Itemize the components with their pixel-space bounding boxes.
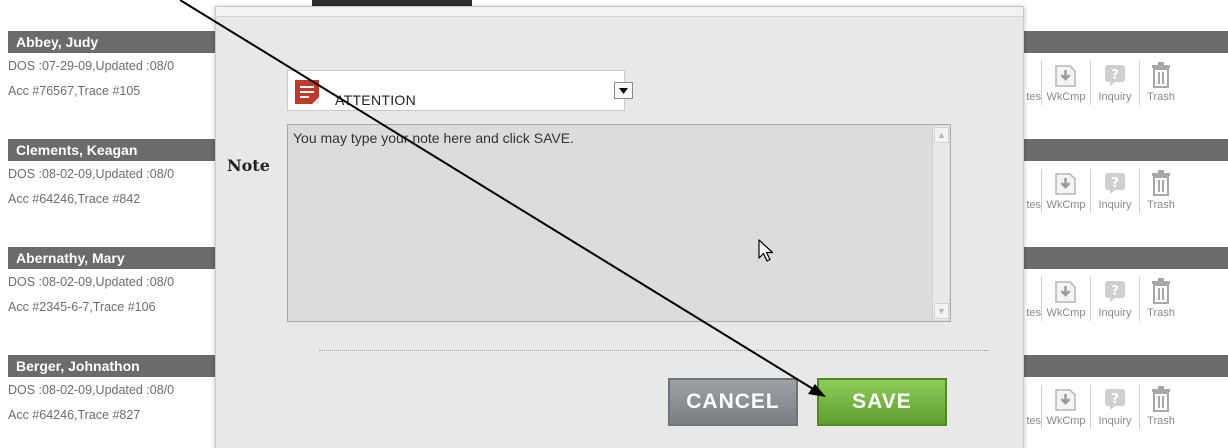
question-icon: ? bbox=[1102, 277, 1128, 305]
question-icon: ? bbox=[1102, 61, 1128, 89]
trash-icon bbox=[1150, 61, 1172, 89]
svg-text:?: ? bbox=[1111, 284, 1119, 299]
svg-text:?: ? bbox=[1111, 68, 1119, 83]
notes-label: tes bbox=[1026, 199, 1041, 211]
patient-dos: DOS :08-02-09,Updated :08/0 bbox=[8, 167, 175, 181]
wkcmp-button[interactable]: WkCmp bbox=[1042, 385, 1091, 429]
download-document-icon bbox=[1053, 61, 1079, 89]
inquiry-label: Inquiry bbox=[1098, 91, 1132, 103]
wkcmp-button[interactable]: WkCmp bbox=[1042, 169, 1091, 213]
patient-dos: DOS :08-02-09,Updated :08/0 bbox=[8, 275, 175, 289]
patient-account: Acc #2345-6-7,Trace #106 bbox=[8, 300, 156, 314]
trash-label: Trash bbox=[1147, 91, 1175, 103]
note-type-select[interactable]: ATTENTION bbox=[287, 70, 633, 111]
trash-icon bbox=[1150, 277, 1172, 305]
question-icon: ? bbox=[1102, 385, 1128, 413]
patient-actions: tes WkCmp ? Inquiry Trash bbox=[1018, 61, 1182, 105]
patient-name[interactable]: Abbey, Judy bbox=[16, 34, 98, 50]
trash-button[interactable]: Trash bbox=[1140, 169, 1182, 213]
note-label: Note bbox=[227, 156, 270, 175]
inquiry-label: Inquiry bbox=[1098, 307, 1132, 319]
note-type-value: ATTENTION bbox=[335, 92, 416, 108]
patient-account: Acc #64246,Trace #827 bbox=[8, 408, 141, 422]
patient-dos: DOS :07-29-09,Updated :08/0 bbox=[8, 59, 175, 73]
patient-account: Acc #76567,Trace #105 bbox=[8, 84, 141, 98]
chevron-down-icon[interactable] bbox=[614, 82, 633, 99]
trash-icon bbox=[1150, 169, 1172, 197]
trash-button[interactable]: Trash bbox=[1140, 385, 1182, 429]
trash-button[interactable]: Trash bbox=[1140, 61, 1182, 105]
download-document-icon bbox=[1053, 277, 1079, 305]
trash-button[interactable]: Trash bbox=[1140, 277, 1182, 321]
patient-actions: tes WkCmp ? Inquiry Trash bbox=[1018, 169, 1182, 213]
svg-text:?: ? bbox=[1111, 392, 1119, 407]
patient-dos: DOS :08-02-09,Updated :08/0 bbox=[8, 383, 175, 397]
notes-label: tes bbox=[1026, 415, 1041, 427]
add-note-dialog: ATTENTION Note You may type your note he… bbox=[215, 6, 1024, 448]
dialog-divider bbox=[319, 350, 989, 351]
note-text: You may type your note here and click SA… bbox=[293, 130, 574, 146]
patient-account: Acc #64246,Trace #842 bbox=[8, 192, 141, 206]
scroll-down-icon[interactable]: ▼ bbox=[934, 303, 949, 319]
wkcmp-label: WkCmp bbox=[1046, 415, 1086, 427]
trash-label: Trash bbox=[1147, 199, 1175, 211]
patient-actions: tes WkCmp ? Inquiry Trash bbox=[1018, 385, 1182, 429]
inquiry-label: Inquiry bbox=[1098, 199, 1132, 211]
wkcmp-label: WkCmp bbox=[1046, 91, 1086, 103]
inquiry-button[interactable]: ? Inquiry bbox=[1091, 61, 1140, 105]
wkcmp-button[interactable]: WkCmp bbox=[1042, 277, 1091, 321]
save-button[interactable]: SAVE bbox=[817, 378, 947, 426]
download-document-icon bbox=[1053, 169, 1079, 197]
inquiry-button[interactable]: ? Inquiry bbox=[1091, 385, 1140, 429]
patient-name[interactable]: Clements, Keagan bbox=[16, 142, 137, 158]
note-textarea[interactable]: You may type your note here and click SA… bbox=[287, 124, 951, 322]
note-scrollbar[interactable]: ▲ ▼ bbox=[932, 126, 949, 320]
svg-text:?: ? bbox=[1111, 176, 1119, 191]
question-icon: ? bbox=[1102, 169, 1128, 197]
inquiry-button[interactable]: ? Inquiry bbox=[1091, 169, 1140, 213]
mouse-pointer-icon bbox=[757, 238, 777, 269]
trash-label: Trash bbox=[1147, 415, 1175, 427]
notes-label: tes bbox=[1026, 91, 1041, 103]
trash-icon bbox=[1150, 385, 1172, 413]
patient-name[interactable]: Abernathy, Mary bbox=[16, 250, 125, 266]
notes-label: tes bbox=[1026, 307, 1041, 319]
patient-actions: tes WkCmp ? Inquiry Trash bbox=[1018, 277, 1182, 321]
download-document-icon bbox=[1053, 385, 1079, 413]
note-icon bbox=[295, 80, 319, 104]
scroll-up-icon[interactable]: ▲ bbox=[934, 127, 949, 143]
inquiry-button[interactable]: ? Inquiry bbox=[1091, 277, 1140, 321]
inquiry-label: Inquiry bbox=[1098, 415, 1132, 427]
cancel-button[interactable]: CANCEL bbox=[668, 378, 798, 426]
dialog-top-edge bbox=[216, 7, 1023, 17]
trash-label: Trash bbox=[1147, 307, 1175, 319]
wkcmp-label: WkCmp bbox=[1046, 199, 1086, 211]
patient-name[interactable]: Berger, Johnathon bbox=[16, 358, 140, 374]
wkcmp-button[interactable]: WkCmp bbox=[1042, 61, 1091, 105]
wkcmp-label: WkCmp bbox=[1046, 307, 1086, 319]
